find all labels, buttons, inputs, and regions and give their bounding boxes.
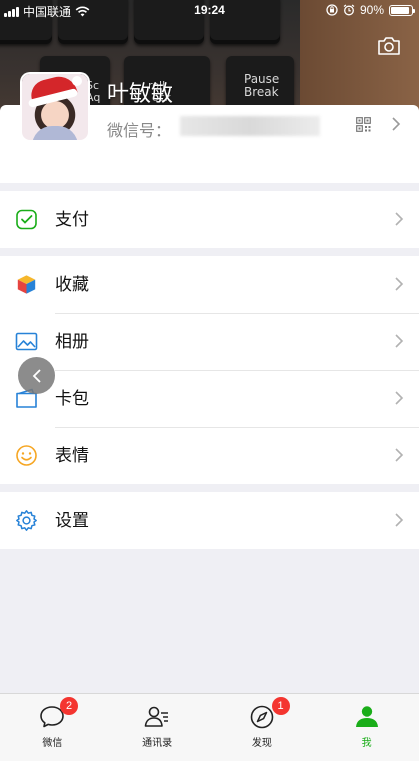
chevron-left-icon	[32, 368, 41, 383]
menu-item-favorites[interactable]: 收藏	[0, 256, 419, 313]
key-text: Break	[244, 85, 279, 99]
album-picture-icon	[15, 332, 38, 351]
tab-discover[interactable]: 发现 1	[210, 694, 315, 751]
home-indicator-area	[0, 751, 419, 761]
chevron-right-icon	[395, 448, 404, 462]
menu-item-pay[interactable]: 支付	[0, 191, 419, 248]
tab-label: 我	[361, 738, 372, 749]
battery-icon	[389, 4, 415, 16]
chevron-right-icon	[395, 277, 404, 291]
contacts-icon	[144, 706, 169, 727]
menu-label: 表情	[55, 446, 89, 465]
menu-label: 卡包	[55, 389, 89, 408]
chevron-right-icon	[395, 391, 404, 405]
chevron-right-icon	[395, 334, 404, 348]
unread-badge: 2	[60, 697, 78, 715]
menu-label: 支付	[55, 210, 89, 229]
chevron-right-icon	[395, 513, 404, 527]
menu-group-settings: 设置	[0, 492, 419, 549]
chevron-right-icon	[392, 117, 401, 131]
wechat-id-label: 微信号：	[107, 123, 172, 140]
qr-code-icon[interactable]	[356, 117, 371, 132]
wechat-pay-icon	[16, 209, 37, 230]
tab-label: 发现	[251, 738, 272, 749]
wechat-id-redacted	[180, 116, 320, 136]
menu-item-album[interactable]: 相册	[0, 313, 419, 370]
tab-bar: 微信 2 通讯录 发现 1 我	[0, 693, 419, 751]
menu-item-settings[interactable]: 设置	[0, 492, 419, 549]
menu-label: 收藏	[55, 275, 89, 294]
tab-label: 微信	[42, 738, 63, 749]
tab-me[interactable]: 我	[314, 694, 419, 751]
menu-item-cards[interactable]: 卡包	[0, 370, 419, 427]
person-icon	[355, 706, 378, 727]
smiley-icon	[16, 445, 37, 466]
menu-item-stickers[interactable]: 表情	[0, 427, 419, 484]
menu-label: 设置	[55, 511, 89, 530]
menu-group-main: 收藏 相册 卡包 表情	[0, 256, 419, 484]
avatar[interactable]	[22, 74, 88, 140]
menu-group-pay: 支付	[0, 191, 419, 248]
key-text: Aq	[86, 91, 101, 104]
camera-icon[interactable]	[377, 36, 401, 56]
menu-label: 相册	[55, 332, 89, 351]
tab-chats[interactable]: 微信 2	[0, 694, 105, 751]
profile-nickname: 叶敏敏	[107, 81, 174, 106]
battery-percent: 90%	[359, 3, 384, 17]
rotation-lock-icon	[326, 4, 338, 16]
tab-label: 通讯录	[142, 738, 173, 749]
tab-contacts[interactable]: 通讯录	[105, 694, 210, 751]
gear-icon	[16, 510, 37, 531]
alarm-icon	[343, 4, 355, 16]
favorites-cube-icon	[17, 274, 36, 295]
status-right-group: 90%	[326, 3, 415, 17]
chevron-right-icon	[395, 212, 404, 226]
key-text: Pause	[244, 72, 280, 86]
floating-back-button[interactable]	[18, 357, 55, 394]
status-bar: 中国联通 19:24 90%	[0, 0, 419, 20]
unread-badge: 1	[271, 697, 290, 715]
